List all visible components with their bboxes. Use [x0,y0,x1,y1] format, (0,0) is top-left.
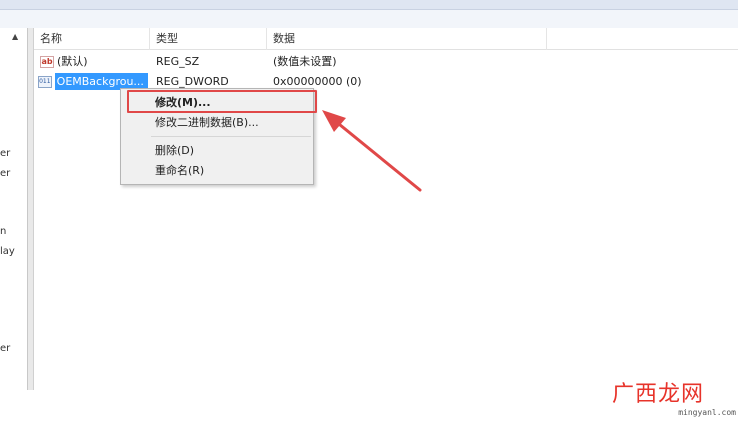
registry-tree-pane[interactable]: ▲ er er n lay er [0,28,28,390]
string-value-icon: ab [40,55,54,68]
tree-item-fragment[interactable]: er [0,148,10,159]
toolbar-area [0,10,738,28]
menu-item-delete[interactable]: 删除(D) [121,141,313,161]
scroll-up-icon[interactable]: ▲ [12,32,18,41]
column-type-header[interactable]: 类型 [150,28,267,50]
tree-item-fragment[interactable]: er [0,168,10,179]
column-header: 名称 类型 数据 [34,28,738,50]
menu-separator [151,136,311,137]
tree-item-fragment[interactable]: er [0,343,10,354]
watermark-url: mingyanl.com [678,408,736,417]
menu-item-modify-binary[interactable]: 修改二进制数据(B)... [121,113,313,133]
window-top-bar [0,0,738,10]
tree-item-fragment[interactable]: n [0,226,6,237]
table-row[interactable]: ab (默认) REG_SZ (数值未设置) [34,52,738,71]
values-pane: 名称 类型 数据 ab (默认) REG_SZ (数值未设置) 011 OEMB… [34,28,738,390]
annotation-highlight-box [127,90,317,113]
watermark-logo: 广西龙网 [611,382,704,407]
value-data: (数值未设置) [273,55,337,68]
column-data-header[interactable]: 数据 [267,28,547,50]
column-name-header[interactable]: 名称 [34,28,150,50]
menu-item-rename[interactable]: 重命名(R) [121,161,313,181]
value-type: REG_SZ [156,55,200,68]
binary-value-icon: 011 [38,75,52,88]
value-name: (默认) [57,55,88,68]
tree-item-fragment[interactable]: lay [0,246,15,257]
